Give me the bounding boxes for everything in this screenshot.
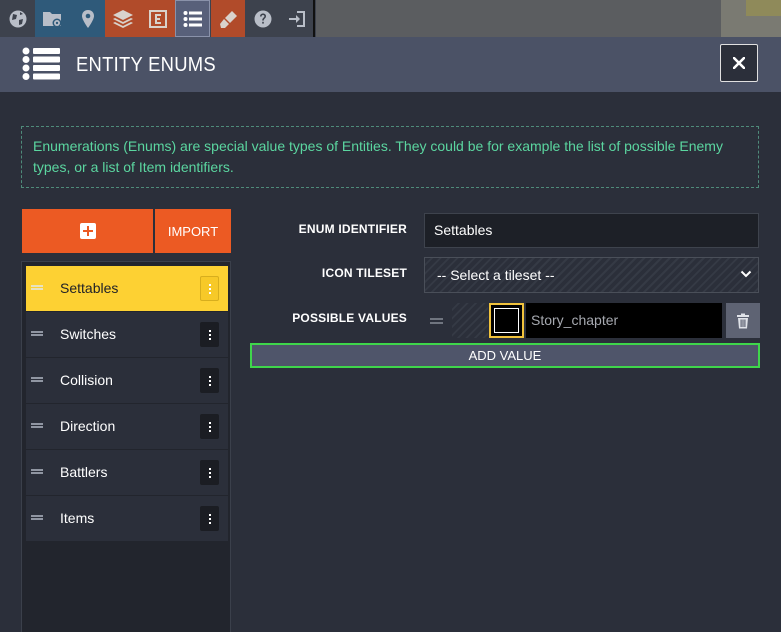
drag-handle-icon[interactable] [31, 331, 43, 336]
more-options-icon[interactable] [200, 506, 219, 531]
more-options-icon[interactable] [200, 460, 219, 485]
tilesets-button[interactable] [211, 0, 246, 37]
close-button[interactable] [720, 44, 758, 82]
layers-button[interactable] [105, 0, 140, 37]
tilesets-icon [219, 10, 237, 28]
trash-icon [737, 313, 749, 328]
value-color-picker[interactable] [489, 303, 524, 338]
drag-handle-icon[interactable] [31, 377, 43, 382]
plus-icon [79, 223, 96, 239]
add-enum-button[interactable] [22, 209, 153, 253]
exit-icon [288, 10, 305, 27]
project-settings-icon [42, 11, 61, 27]
more-options-icon[interactable] [200, 414, 219, 439]
enum-item-label: Switches [60, 326, 117, 342]
layers-icon [112, 9, 133, 28]
enum-item-battlers[interactable]: Battlers [26, 450, 228, 495]
info-box: Enumerations (Enums) are special value t… [21, 126, 759, 188]
entities-button[interactable] [140, 0, 175, 37]
enum-item-direction[interactable]: Direction [26, 404, 228, 449]
exit-button[interactable] [280, 0, 315, 37]
enum-item-label: Items [60, 510, 95, 526]
enum-item-label: Settables [60, 280, 119, 296]
more-options-icon[interactable] [200, 368, 219, 393]
panel-header: ENTITY ENUMS [0, 37, 781, 92]
project-settings-button[interactable] [35, 0, 70, 37]
enum-list: Settables Switches Collision Direction B… [21, 261, 231, 632]
chevron-down-icon [740, 270, 752, 278]
world-button[interactable] [0, 0, 35, 37]
enum-identifier-label: ENUM IDENTIFIER [298, 222, 407, 236]
possible-values-label: POSSIBLE VALUES [292, 311, 407, 325]
help-button[interactable] [245, 0, 280, 37]
enums-icon [22, 47, 60, 80]
enums-button[interactable] [175, 0, 210, 37]
drag-handle-icon[interactable] [31, 515, 43, 520]
enum-item-collision[interactable]: Collision [26, 358, 228, 403]
drag-handle-icon[interactable] [31, 423, 43, 428]
level-location-button[interactable] [70, 0, 105, 37]
close-icon [733, 57, 745, 69]
icon-tileset-select[interactable]: -- Select a tileset -- [424, 257, 759, 293]
enum-identifier-input[interactable]: Settables [424, 213, 759, 248]
import-button[interactable]: IMPORT [155, 209, 231, 253]
page-title: ENTITY ENUMS [76, 54, 216, 76]
enum-item-settables[interactable]: Settables [26, 266, 228, 311]
icon-tileset-label: ICON TILESET [321, 266, 407, 280]
main-toolbar [0, 0, 781, 37]
level-location-icon [81, 9, 94, 28]
enum-item-label: Battlers [60, 464, 108, 480]
world-icon [9, 10, 26, 27]
enum-item-items[interactable]: Items [26, 496, 228, 541]
entities-icon [148, 9, 167, 28]
canvas-tile [746, 0, 781, 16]
delete-value-button[interactable] [726, 303, 760, 338]
value-tile-icon-slot[interactable] [452, 303, 488, 338]
icon-tileset-value: -- Select a tileset -- [437, 267, 555, 283]
enum-item-switches[interactable]: Switches [26, 312, 228, 357]
drag-handle-icon[interactable] [430, 318, 443, 324]
add-value-button[interactable]: ADD VALUE [250, 343, 760, 368]
drag-handle-icon[interactable] [31, 285, 43, 290]
help-icon [254, 10, 271, 27]
level-canvas-background [316, 0, 781, 37]
more-options-icon[interactable] [200, 322, 219, 347]
drag-handle-icon[interactable] [31, 469, 43, 474]
enum-item-label: Direction [60, 418, 116, 434]
value-name-input[interactable]: Story_chapter [526, 303, 722, 338]
more-options-icon[interactable] [200, 276, 219, 301]
enum-item-label: Collision [60, 372, 113, 388]
enums-icon [183, 10, 202, 27]
